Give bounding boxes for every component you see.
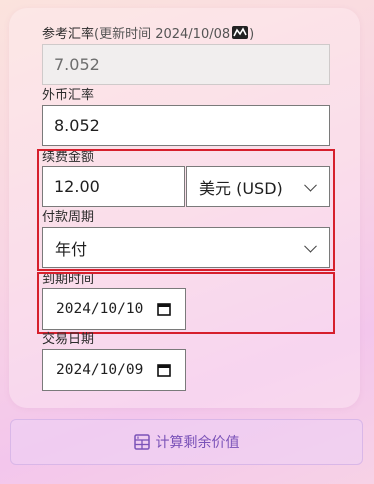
highlight-box-expiry xyxy=(37,272,335,334)
foreign-rate-value: 8.052 xyxy=(54,116,100,135)
calendar-icon[interactable] xyxy=(157,363,171,377)
reference-rate-input[interactable]: 7.052 xyxy=(42,44,330,85)
reference-rate-update-close: ) xyxy=(249,27,255,42)
calculate-button-label: 计算剩余价值 xyxy=(155,435,240,451)
reference-rate-update-time: (更新时间 2024/10/08 xyxy=(94,27,231,42)
chart-icon[interactable] xyxy=(232,26,249,39)
reference-rate-value: 7.052 xyxy=(54,55,100,74)
trade-date-input[interactable]: 2024/10/09 xyxy=(42,349,186,391)
reference-rate-title: 参考汇率 xyxy=(42,27,95,42)
trade-date-value: 2024/10/09 xyxy=(56,362,144,378)
trade-date-label: 交易日期 xyxy=(42,332,95,347)
highlight-box-amount-cycle xyxy=(37,149,335,271)
foreign-rate-label: 外币汇率 xyxy=(42,88,95,103)
calculate-remaining-value-button[interactable]: 计算剩余价值 xyxy=(10,419,363,465)
reference-rate-label: 参考汇率(更新时间 2024/10/08) xyxy=(42,26,254,42)
foreign-rate-input[interactable]: 8.052 xyxy=(42,105,330,146)
calculator-icon xyxy=(133,434,150,450)
